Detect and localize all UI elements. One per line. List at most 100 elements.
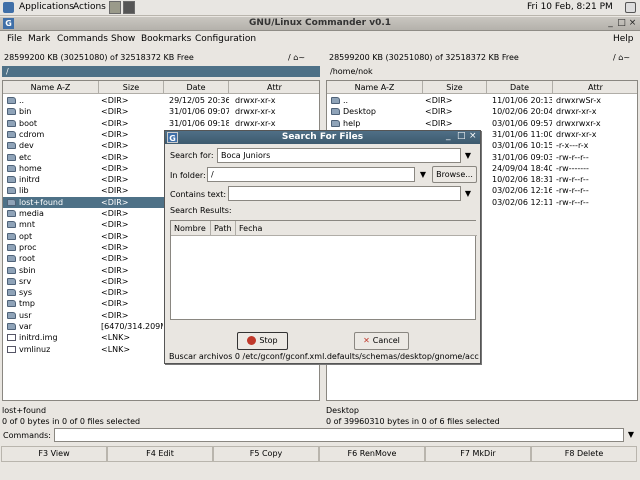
left-col-attr[interactable]: Attr [229, 81, 319, 94]
minimize-icon[interactable]: _ [605, 18, 616, 29]
folder-icon [331, 97, 340, 104]
results-col-path[interactable]: Path [211, 221, 236, 236]
search-results-list[interactable]: Nombre Path Fecha [170, 220, 477, 320]
cell-attr: -rw-r--r-- [556, 186, 589, 196]
gnome-foot-icon[interactable] [3, 2, 14, 13]
cell-name: srv [19, 276, 32, 286]
table-row[interactable]: bin <DIR> 31/01/06 09:07 drwxr-xr-x [3, 106, 319, 117]
in-folder-dropdown-icon[interactable]: ▼ [416, 167, 430, 182]
f5-copy-button[interactable]: F5 Copy [213, 446, 319, 462]
search-for-input[interactable]: Boca Juniors [217, 148, 461, 163]
f8-delete-button[interactable]: F8 Delete [531, 446, 637, 462]
cell-name: tmp [19, 299, 36, 309]
cancel-button[interactable]: ✕ Cancel [354, 332, 409, 350]
f7-mkdir-button[interactable]: F7 MkDir [425, 446, 531, 462]
clock[interactable]: Fri 10 Feb, 8:21 PM [527, 2, 613, 12]
table-row[interactable]: help <DIR> 03/01/06 09:57 drwxrwxr-x [327, 118, 637, 129]
f6-renmove-button[interactable]: F6 RenMove [319, 446, 425, 462]
results-col-nombre[interactable]: Nombre [171, 221, 211, 236]
right-status-name: Desktop [326, 406, 359, 415]
close-icon[interactable]: × [627, 18, 638, 29]
right-col-size[interactable]: Size [423, 81, 487, 94]
f3-view-button[interactable]: F3 View [1, 446, 107, 462]
menu-commands[interactable]: Commands [57, 34, 108, 44]
cell-size: <LNK> [101, 333, 131, 343]
contains-text-dropdown-icon[interactable]: ▼ [461, 186, 475, 201]
cell-attr: -rw-r--r-- [556, 152, 589, 162]
results-col-fecha[interactable]: Fecha [236, 221, 477, 236]
stop-button[interactable]: Stop [237, 332, 288, 350]
cell-size: <DIR> [101, 288, 129, 298]
folder-icon [7, 232, 16, 240]
cell-size: <DIR> [425, 96, 453, 105]
dialog-titlebar[interactable]: Search For Files [165, 131, 480, 144]
menu-help[interactable]: Help [613, 34, 634, 44]
right-col-date[interactable]: Date [487, 81, 553, 94]
launcher-icon[interactable] [109, 1, 121, 14]
cell-attr: drwxr-xr-x [556, 107, 597, 117]
left-col-size[interactable]: Size [99, 81, 164, 94]
dialog-app-icon: G [167, 132, 178, 143]
in-folder-input[interactable]: / [207, 167, 415, 182]
show-desktop-icon[interactable] [625, 2, 636, 13]
table-row[interactable]: .. <DIR> 11/01/06 20:13 drwxrwSr-x [327, 95, 637, 106]
folder-icon [7, 97, 16, 104]
applications-menu[interactable]: Applications [19, 2, 74, 12]
cell-name: bin [19, 107, 32, 117]
browse-button[interactable]: Browse... [432, 166, 477, 183]
folder-icon [331, 108, 340, 116]
window-titlebar[interactable]: G GNU/Linux Commander v0.1 _ □ × [0, 17, 640, 31]
terminal-icon[interactable] [123, 1, 135, 14]
dialog-close-icon[interactable]: × [469, 131, 477, 141]
cell-size: <DIR> [101, 265, 129, 275]
dialog-maximize-icon[interactable]: □ [457, 131, 466, 141]
cell-size: <DIR> [101, 96, 129, 105]
cell-size: <DIR> [101, 186, 129, 196]
folder-icon [7, 108, 16, 116]
left-nav-buttons[interactable]: / ⌂~ [288, 53, 305, 62]
commands-dropdown-icon[interactable]: ▼ [624, 428, 638, 442]
file-icon [7, 334, 16, 342]
commands-label: Commands: [3, 431, 51, 440]
cell-attr: drwxr-xr-x [235, 107, 276, 117]
dialog-minimize-icon[interactable]: _ [446, 131, 451, 141]
folder-icon [7, 311, 16, 319]
actions-menu[interactable]: Actions [73, 2, 106, 12]
f4-edit-button[interactable]: F4 Edit [107, 446, 213, 462]
folder-icon [7, 255, 16, 263]
menu-mark[interactable]: Mark [28, 34, 50, 44]
cell-date: 31/01/06 09:18 [169, 118, 229, 128]
left-col-name[interactable]: Name A-Z [3, 81, 99, 94]
cell-name: sys [19, 288, 33, 298]
menu-show[interactable]: Show [111, 34, 135, 44]
right-col-attr[interactable]: Attr [553, 81, 637, 94]
search-for-dropdown-icon[interactable]: ▼ [461, 148, 475, 163]
left-status-name: lost+found [2, 406, 47, 415]
table-row[interactable]: boot <DIR> 31/01/06 09:18 drwxr-xr-x [3, 118, 319, 129]
cell-date: 03/02/06 12:11 [492, 197, 552, 207]
cell-size: <DIR> [101, 175, 129, 185]
cell-name: mnt [19, 220, 35, 230]
table-row[interactable]: .. <DIR> 29/12/05 20:36 drwxr-xr-x [3, 95, 319, 106]
right-path-bar[interactable]: /home/nok [326, 66, 638, 77]
left-path-bar[interactable]: / [2, 66, 320, 77]
left-col-date[interactable]: Date [164, 81, 229, 94]
right-nav-buttons[interactable]: / ⌂~ [613, 53, 630, 62]
cell-date: 10/02/06 18:31 [492, 175, 552, 185]
cell-name: initrd.img [19, 333, 58, 343]
table-row[interactable]: Desktop <DIR> 10/02/06 20:04 drwxr-xr-x [327, 106, 637, 117]
menu-bookmarks[interactable]: Bookmarks [141, 34, 191, 44]
folder-icon [7, 289, 16, 297]
cancel-icon: ✕ [363, 336, 370, 345]
contains-text-input[interactable] [228, 186, 461, 201]
menu-file[interactable]: File [7, 34, 22, 44]
maximize-icon[interactable]: □ [616, 18, 627, 29]
commands-input[interactable] [54, 428, 624, 442]
search-for-label: Search for: [170, 151, 214, 160]
cell-name: initrd [19, 175, 40, 185]
right-col-name[interactable]: Name A-Z [327, 81, 423, 94]
menu-configuration[interactable]: Configuration [195, 34, 256, 44]
cell-name: root [19, 254, 36, 264]
stop-label: Stop [259, 336, 278, 345]
cell-name: lib [19, 186, 29, 196]
